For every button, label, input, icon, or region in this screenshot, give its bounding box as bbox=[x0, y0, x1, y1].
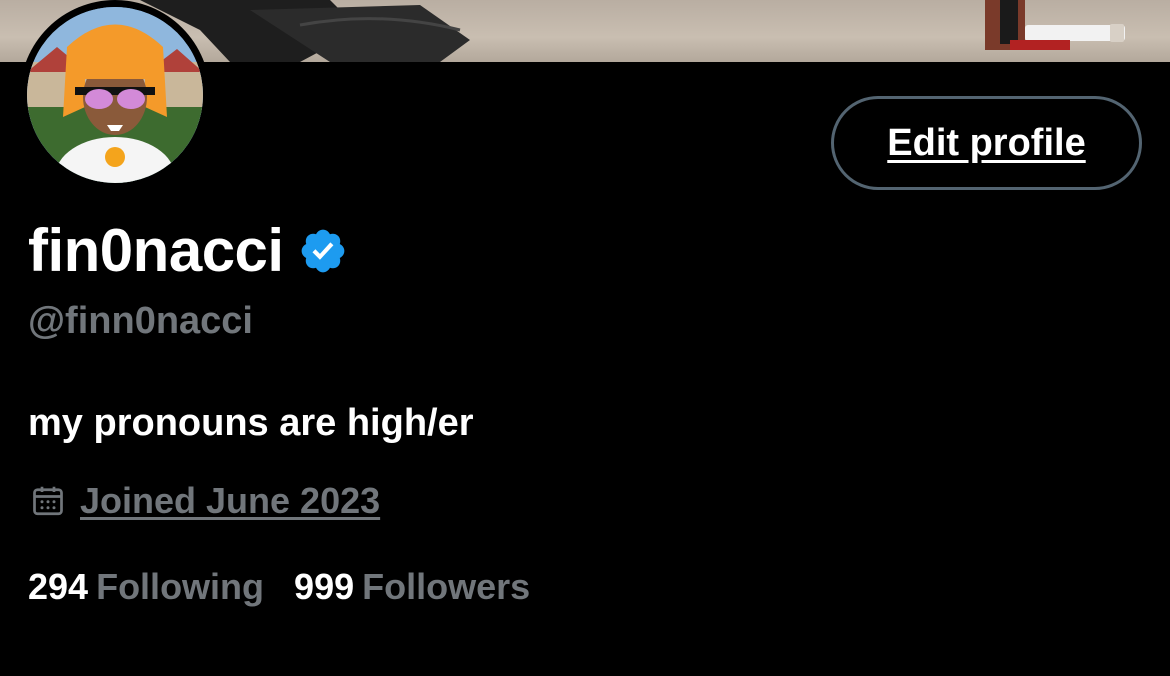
profile-stats: 294 Following 999 Followers bbox=[28, 566, 560, 608]
joined-row: Joined June 2023 bbox=[30, 478, 380, 524]
followers-label: Followers bbox=[362, 566, 531, 607]
bio: my pronouns are high/er bbox=[28, 402, 474, 444]
calendar-icon bbox=[33, 486, 63, 516]
avatar-illustration bbox=[27, 7, 203, 183]
joined-date-link[interactable]: Joined June 2023 bbox=[80, 480, 380, 522]
following-count: 294 bbox=[28, 566, 89, 607]
avatar-ring bbox=[20, 0, 210, 190]
following-link[interactable]: 294 Following bbox=[28, 566, 264, 608]
verified-badge-icon[interactable] bbox=[298, 226, 348, 276]
name-row: fin0nacci bbox=[28, 216, 348, 286]
edit-profile-label: Edit profile bbox=[887, 121, 1086, 164]
followers-link[interactable]: 999 Followers bbox=[294, 566, 530, 608]
edit-profile-button[interactable]: Edit profile bbox=[831, 96, 1142, 190]
handle: @finn0nacci bbox=[28, 300, 253, 342]
followers-count: 999 bbox=[294, 566, 355, 607]
display-name: fin0nacci bbox=[28, 217, 284, 284]
avatar[interactable] bbox=[27, 7, 203, 183]
following-label: Following bbox=[96, 566, 265, 607]
